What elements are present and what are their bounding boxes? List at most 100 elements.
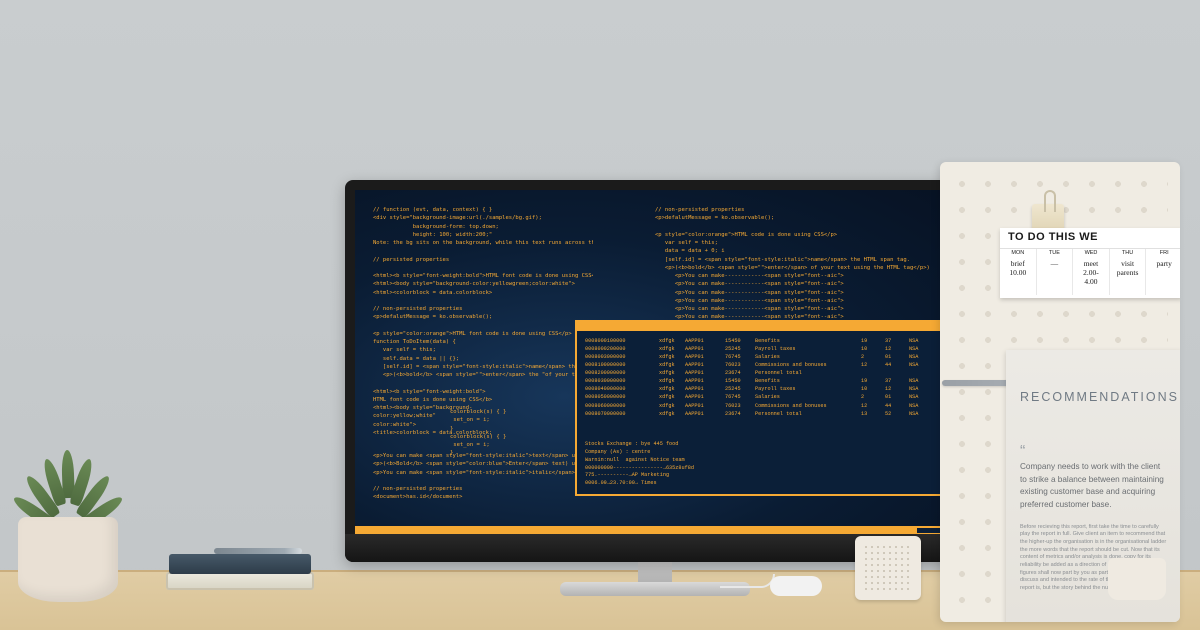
todo-entry: meet 2.00- 4.00: [1072, 257, 1109, 295]
speaker: [855, 536, 921, 600]
terminal-cell: AAPP01: [685, 361, 721, 369]
todo-entry: —: [1036, 257, 1073, 295]
terminal-cell: AAPP01: [685, 410, 721, 418]
todo-entry: brief 10.00: [1000, 257, 1036, 295]
taskbar: [355, 526, 953, 534]
terminal-titlebar: [577, 322, 941, 331]
terminal-cell: 01: [885, 393, 905, 401]
terminal-cell: 23674: [725, 369, 751, 377]
terminal-cell: xdfgk: [659, 402, 681, 410]
terminal-cell: Salaries: [755, 393, 857, 401]
todo-title: TO DO THIS WE: [1000, 228, 1180, 248]
terminal-cell: 10: [861, 385, 881, 393]
terminal-cell: 0008003000000: [585, 353, 655, 361]
terminal-cell: xdfgk: [659, 345, 681, 353]
terminal-cell: NSA: [909, 353, 933, 361]
todo-entry: party: [1145, 257, 1180, 295]
terminal-cell: NSA: [909, 402, 933, 410]
terminal-footer: Stocks Exchange : bye 445 food Company (…: [577, 441, 702, 488]
terminal-cell: xdfgk: [659, 369, 681, 377]
terminal-cell: xdfgk: [659, 377, 681, 385]
terminal-cell: NSA: [909, 393, 933, 401]
terminal-cell: 13: [861, 410, 881, 418]
terminal-cell: Commissions and bonuses: [755, 361, 857, 369]
terminal-cell: xdfgk: [659, 361, 681, 369]
terminal-cell: Benefits: [755, 337, 857, 345]
terminal-cell: NSA: [909, 337, 933, 345]
todo-day: TUE: [1036, 249, 1073, 257]
terminal-cell: 44: [885, 361, 905, 369]
terminal-cell: [861, 369, 881, 377]
terminal-cell: Commissions and bonuses: [755, 402, 857, 410]
terminal-cell: 19: [861, 337, 881, 345]
terminal-cell: NSA: [909, 377, 933, 385]
todo-days-row: MONTUEWEDTHUFRI: [1000, 248, 1180, 257]
terminal-cell: 2: [861, 353, 881, 361]
todo-day: MON: [1000, 249, 1036, 257]
terminal-cell: 0008000100000: [585, 337, 655, 345]
terminal-cell: AAPP01: [685, 402, 721, 410]
terminal-cell: 44: [885, 402, 905, 410]
terminal-cell: [909, 369, 933, 377]
terminal-cell: 12: [885, 345, 905, 353]
terminal-cell: xdfgk: [659, 410, 681, 418]
terminal-cell: xdfgk: [659, 393, 681, 401]
pegboard: TO DO THIS WE MONTUEWEDTHUFRI brief 10.0…: [940, 162, 1180, 622]
terminal-cell: 76745: [725, 393, 751, 401]
terminal-cell: 0008040000000: [585, 385, 655, 393]
terminal-cell: 25245: [725, 345, 751, 353]
terminal-cell: 12: [861, 402, 881, 410]
notebook-stack: [166, 546, 314, 590]
terminal-cell: 12: [861, 361, 881, 369]
terminal-cell: xdfgk: [659, 353, 681, 361]
todo-day: FRI: [1145, 249, 1180, 257]
terminal-cell: AAPP01: [685, 337, 721, 345]
terminal-cell: 37: [885, 337, 905, 345]
terminal-cell: 0008060000000: [585, 402, 655, 410]
terminal-cell: 25245: [725, 385, 751, 393]
terminal-cell: 0008030000000: [585, 377, 655, 385]
terminal-cell: [885, 369, 905, 377]
terminal-cell: Salaries: [755, 353, 857, 361]
code-block-indent: colorblock(s) { } set_on = i; } colorblo…: [450, 408, 506, 458]
terminal-cell: 0008100000000: [585, 361, 655, 369]
mug: [1108, 558, 1166, 600]
todo-day: THU: [1109, 249, 1146, 257]
terminal-cell: 15450: [725, 377, 751, 385]
terminal-cell: AAPP01: [685, 369, 721, 377]
todo-entry: visit parents: [1109, 257, 1146, 295]
terminal-cell: 0008200000000: [585, 369, 655, 377]
todo-day: WED: [1072, 249, 1109, 257]
screen: // function (evt, data, context) { } <di…: [355, 190, 953, 534]
terminal-cell: 12: [885, 385, 905, 393]
terminal-cell: 0008000200000: [585, 345, 655, 353]
terminal-cell: AAPP01: [685, 353, 721, 361]
terminal-cell: 10: [861, 345, 881, 353]
terminal-cell: AAPP01: [685, 345, 721, 353]
mouse-cable: [720, 574, 775, 588]
recommendations-title: RECOMMENDATIONS:: [1020, 390, 1168, 404]
terminal-cell: AAPP01: [685, 385, 721, 393]
terminal-cell: 23674: [725, 410, 751, 418]
code-block-left: // function (evt, data, context) { } <di…: [373, 206, 593, 437]
terminal-cell: 19: [861, 377, 881, 385]
terminal-cell: Payroll taxes: [755, 385, 857, 393]
terminal-cell: xdfgk: [659, 337, 681, 345]
recommendations-quote: Company needs to work with the client to…: [1020, 440, 1168, 512]
terminal-cell: 76745: [725, 353, 751, 361]
terminal-cell: NSA: [909, 361, 933, 369]
terminal-cell: NSA: [909, 345, 933, 353]
terminal-cell: NSA: [909, 385, 933, 393]
terminal-cell: 37: [885, 377, 905, 385]
terminal-cell: AAPP01: [685, 393, 721, 401]
terminal-cell: AAPP01: [685, 377, 721, 385]
mouse: [770, 576, 822, 596]
terminal-cell: NSA: [909, 410, 933, 418]
terminal-cell: 76023: [725, 402, 751, 410]
terminal-cell: Benefits: [755, 377, 857, 385]
terminal-cell: 01: [885, 353, 905, 361]
terminal-body: 0008000100000 xdfgk AAPP01 15450 Benefits 19 3…: [577, 331, 941, 424]
terminal-cell: 52: [885, 410, 905, 418]
terminal-cell: Payroll taxes: [755, 345, 857, 353]
todo-card: TO DO THIS WE MONTUEWEDTHUFRI brief 10.0…: [1000, 228, 1180, 298]
